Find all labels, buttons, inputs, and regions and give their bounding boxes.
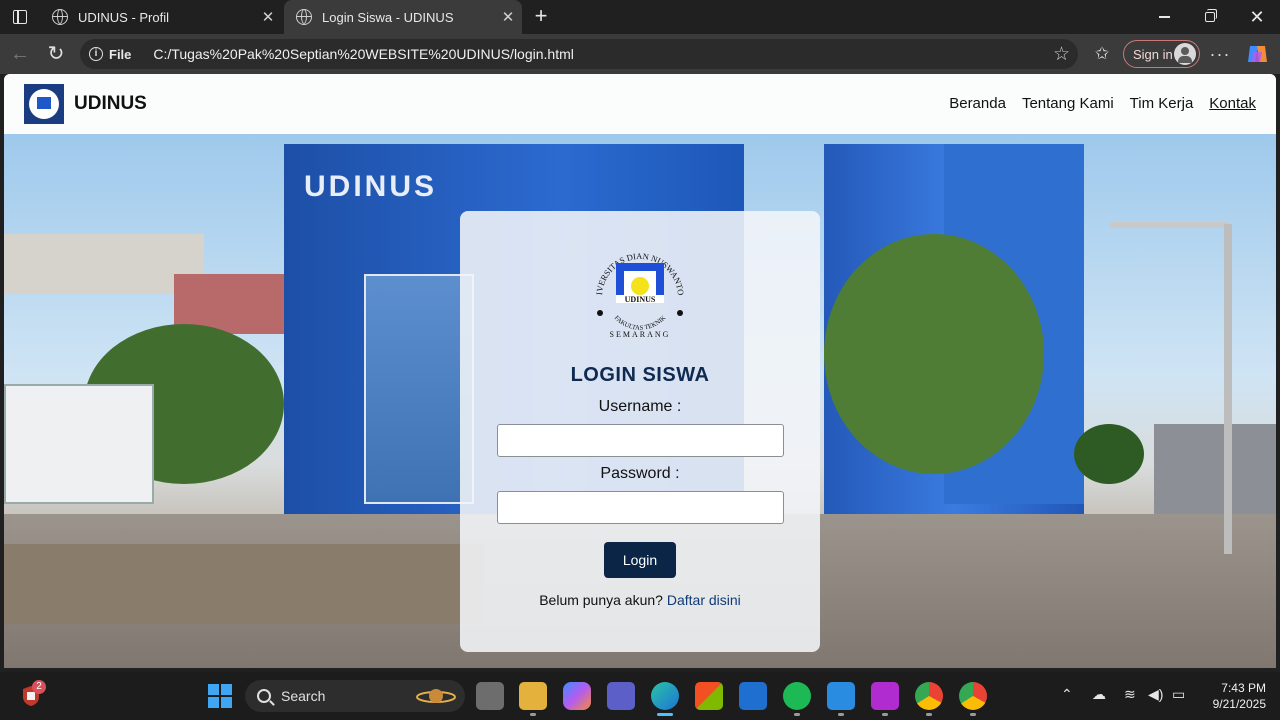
app-icon[interactable] — [739, 682, 767, 710]
menu-item-beranda[interactable]: Beranda — [949, 95, 1006, 112]
username-label: Username : — [598, 398, 682, 415]
favorites-icon[interactable]: ✩ — [1088, 40, 1116, 68]
windows-taskbar: 2 Search ⌃ ☁ ≋ ◀) ▭ 7:43 PM 9/21/2025 — [0, 672, 1280, 720]
new-tab-button[interactable]: + — [528, 3, 554, 29]
register-link[interactable]: Daftar disini — [667, 592, 741, 608]
close-icon[interactable]: ✕ — [494, 8, 522, 26]
task-view-icon[interactable] — [476, 682, 504, 710]
building-sign: UDINUS — [304, 170, 438, 203]
copilot-icon[interactable] — [1246, 44, 1268, 64]
teams-icon[interactable] — [607, 682, 635, 710]
address-toolbar: ← ↻ i File C:/Tugas%20Pak%20Septian%20WE… — [0, 34, 1280, 74]
battery-icon[interactable]: ▭ — [1172, 686, 1185, 703]
start-windows-icon[interactable] — [208, 684, 232, 708]
register-prompt-text: Belum punya akun? — [539, 592, 663, 608]
file-explorer-icon[interactable] — [519, 682, 547, 710]
vscode-icon[interactable] — [827, 682, 855, 710]
login-title: LOGIN SISWA — [570, 364, 710, 386]
url-text[interactable]: C:/Tugas%20Pak%20Septian%20WEBSITE%20UDI… — [153, 46, 1053, 62]
site-logo[interactable] — [24, 84, 64, 124]
search-placeholder: Search — [281, 688, 326, 704]
menu-item-kontak[interactable]: Kontak — [1209, 95, 1256, 112]
sign-in-button[interactable]: Sign in — [1123, 40, 1200, 68]
svg-text:SEMARANG: SEMARANG — [610, 330, 671, 339]
tab-title: Login Siswa - UDINUS — [322, 9, 454, 25]
system-clock[interactable]: 7:43 PM 9/21/2025 — [1196, 680, 1266, 712]
saturn-icon — [416, 689, 456, 703]
microsoft-store-icon[interactable] — [695, 682, 723, 710]
restore-button[interactable] — [1187, 0, 1233, 34]
close-window-button[interactable]: ✕ — [1234, 0, 1280, 34]
minimize-button[interactable] — [1141, 0, 1187, 34]
tab-login[interactable]: Login Siswa - UDINUS ✕ — [284, 0, 522, 34]
app-icon[interactable] — [871, 682, 899, 710]
udinus-emblem: UNIVERSITAS DIAN NUSWANTORO FAKULTAS TEK… — [588, 237, 686, 339]
bus — [4, 384, 154, 504]
taskbar-search[interactable]: Search — [245, 680, 465, 712]
back-arrow-icon[interactable]: ← — [6, 40, 34, 68]
chrome-icon[interactable] — [915, 682, 943, 710]
tab-profil[interactable]: UDINUS - Profil ✕ — [40, 0, 282, 34]
campus-background-photo: UDINUS UNIVERSITAS DIAN NUSWANTORO — [4, 134, 1276, 668]
volume-icon[interactable]: ◀) — [1148, 686, 1163, 703]
address-bar[interactable]: i File C:/Tugas%20Pak%20Septian%20WEBSIT… — [80, 39, 1078, 69]
password-label: Password : — [600, 465, 680, 482]
avatar-icon — [1174, 43, 1196, 65]
page-viewport: UDINUS Beranda Tentang Kami Tim Kerja Ko… — [4, 74, 1276, 668]
clock-time: 7:43 PM — [1221, 681, 1266, 695]
edge-icon[interactable] — [651, 682, 679, 710]
reload-icon[interactable]: ↻ — [42, 40, 70, 68]
menu-item-tentang-kami[interactable]: Tentang Kami — [1022, 95, 1114, 112]
clock-date: 9/21/2025 — [1212, 697, 1266, 711]
scheme-label: File — [109, 46, 132, 62]
close-icon[interactable]: ✕ — [254, 8, 282, 26]
browser-tab-strip: UDINUS - Profil ✕ Login Siswa - UDINUS ✕… — [0, 0, 1280, 34]
login-card: UNIVERSITAS DIAN NUSWANTORO FAKULTAS TEK… — [460, 211, 820, 652]
chrome-profile-icon[interactable] — [959, 682, 987, 710]
street-lamp — [1224, 224, 1232, 554]
widgets-badge: 2 — [32, 680, 46, 694]
site-menu: Beranda Tentang Kami Tim Kerja Kontak — [949, 95, 1256, 112]
register-prompt: Belum punya akun? Daftar disini — [460, 592, 820, 608]
chevron-up-icon[interactable]: ⌃ — [1061, 686, 1073, 703]
site-name: UDINUS — [74, 93, 147, 114]
copilot-app-icon[interactable] — [563, 682, 591, 710]
globe-icon — [52, 9, 68, 25]
star-icon[interactable]: ☆ — [1053, 43, 1070, 66]
tab-title: UDINUS - Profil — [78, 9, 170, 25]
wifi-icon[interactable]: ≋ — [1124, 686, 1136, 703]
sign-in-label: Sign in — [1133, 46, 1173, 62]
spotify-icon[interactable] — [783, 682, 811, 710]
site-navbar: UDINUS Beranda Tentang Kami Tim Kerja Ko… — [4, 74, 1276, 134]
cloud-icon[interactable]: ☁ — [1092, 686, 1106, 703]
more-options-icon[interactable]: ··· — [1206, 40, 1234, 68]
globe-icon — [296, 9, 312, 25]
info-icon[interactable]: i — [89, 47, 103, 61]
username-field[interactable] — [497, 424, 784, 457]
tab-actions-icon[interactable] — [8, 6, 32, 28]
svg-text:UDINUS: UDINUS — [625, 295, 656, 304]
search-icon — [257, 689, 271, 703]
menu-item-tim-kerja[interactable]: Tim Kerja — [1130, 95, 1194, 112]
login-button[interactable]: Login — [604, 542, 676, 578]
password-field[interactable] — [497, 491, 784, 524]
